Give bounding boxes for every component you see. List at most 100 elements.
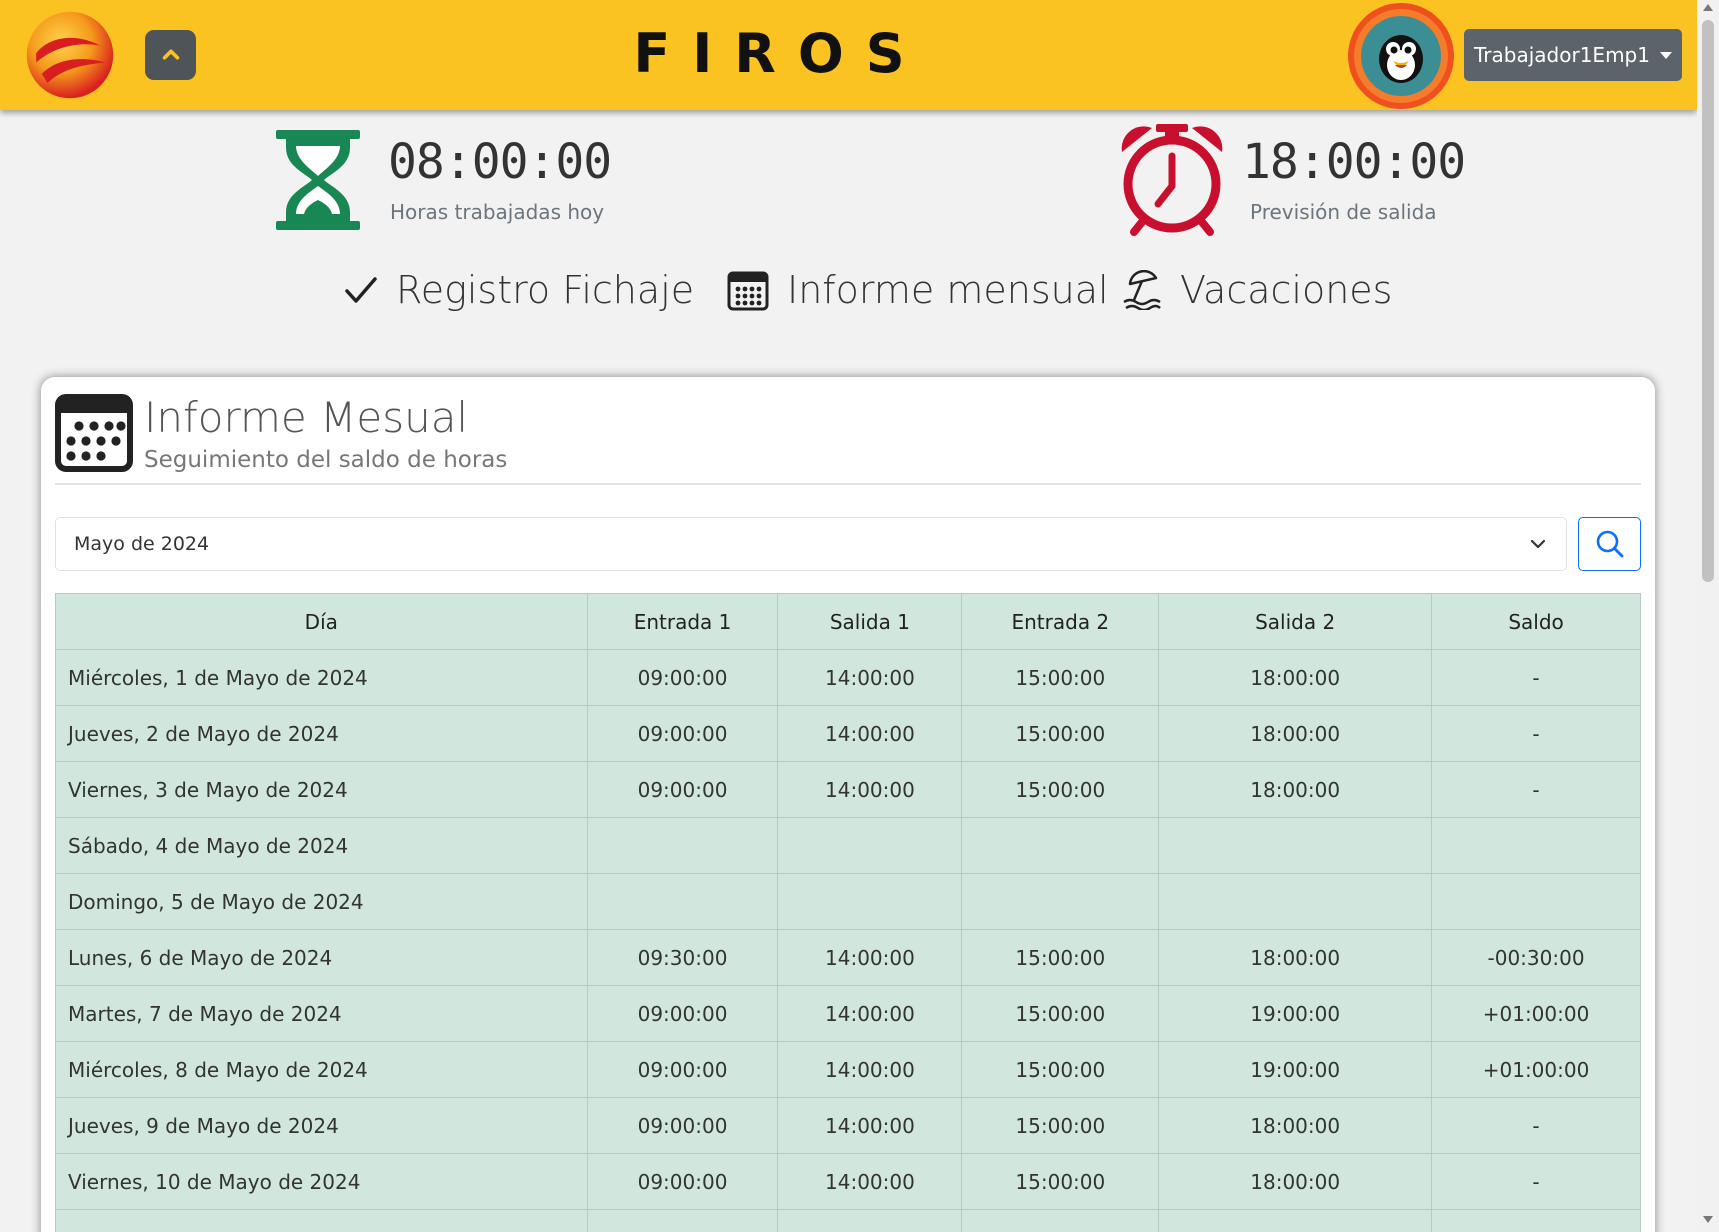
nav-vacaciones[interactable]: Vacaciones: [1122, 268, 1392, 312]
table-row: Domingo, 5 de Mayo de 2024: [55, 873, 1641, 930]
time-cell: -: [1431, 705, 1641, 762]
day-cell: Lunes, 6 de Mayo de 2024: [55, 929, 588, 986]
monthly-report-table: Día Entrada 1 Salida 1 Entrada 2 Salida …: [55, 593, 1641, 1232]
scroll-thumb[interactable]: [1702, 20, 1714, 582]
time-cell: 09:00:00: [586, 705, 779, 762]
time-cell: 09:30:00: [586, 929, 779, 986]
table-row: Miércoles, 8 de Mayo de 2024 09:00:00 14:0…: [55, 1041, 1641, 1098]
time-cell: -: [1431, 1153, 1641, 1210]
firos-logo-icon[interactable]: [23, 8, 117, 102]
calendar-icon: [727, 271, 769, 311]
collapse-button[interactable]: [145, 30, 196, 80]
column-header: Salida 2: [1158, 593, 1433, 650]
time-cell: [586, 817, 779, 874]
time-cell: -: [1431, 649, 1641, 706]
time-cell: [961, 873, 1160, 930]
table-row: Viernes, 10 de Mayo de 2024 09:00:00 14:00…: [55, 1153, 1641, 1210]
day-cell: Sábado, 4 de Mayo de 2024: [55, 817, 588, 874]
time-cell: [777, 1209, 963, 1232]
beach-umbrella-icon: [1123, 270, 1161, 310]
time-cell: [1431, 817, 1641, 874]
time-cell: 18:00:00: [1158, 1097, 1433, 1154]
scroll-up-icon[interactable]: [1703, 4, 1713, 11]
table-row: Viernes, 3 de Mayo de 2024 09:00:00 14:00:…: [55, 761, 1641, 818]
table-row: Jueves, 9 de Mayo de 2024 09:00:00 14:00:0…: [55, 1097, 1641, 1154]
chevron-up-icon: [162, 49, 179, 60]
table-header-row: Día Entrada 1 Salida 1 Entrada 2 Salida …: [55, 593, 1641, 650]
nav-label: Informe mensual: [787, 268, 1109, 312]
divider: [55, 483, 1641, 485]
time-cell: 18:00:00: [1158, 761, 1433, 818]
hours-worked-label: Horas trabajadas hoy: [390, 200, 605, 224]
time-cell: [1158, 817, 1433, 874]
avatar[interactable]: [1346, 1, 1456, 111]
table-row: Sábado, 4 de Mayo de 2024: [55, 817, 1641, 874]
time-cell: 15:00:00: [961, 1097, 1160, 1154]
page-title: Informe Mesual: [144, 393, 469, 442]
day-cell: Viernes, 3 de Mayo de 2024: [55, 761, 588, 818]
hours-worked-value: 08:00:00: [388, 134, 612, 190]
time-cell: [961, 817, 1160, 874]
time-cell: 14:00:00: [777, 929, 963, 986]
calendar-icon: [55, 394, 133, 472]
time-cell: 14:00:00: [777, 705, 963, 762]
time-cell: 18:00:00: [1158, 1153, 1433, 1210]
nav-label: Vacaciones: [1180, 268, 1393, 312]
brand-title: FIROS: [633, 22, 927, 85]
day-cell: Miércoles, 1 de Mayo de 2024: [55, 649, 588, 706]
table-row: Lunes, 6 de Mayo de 2024 09:30:00 14:00:00…: [55, 929, 1641, 986]
time-cell: -: [1431, 761, 1641, 818]
scroll-down-icon[interactable]: [1703, 1216, 1713, 1223]
exit-forecast-stat: 18:00:00 Previsión de salida: [1242, 134, 1466, 224]
time-cell: [586, 1209, 779, 1232]
column-header: Salida 1: [777, 593, 963, 650]
time-cell: 15:00:00: [961, 1041, 1160, 1098]
column-header: Día: [55, 593, 588, 650]
page-subtitle: Seguimiento del saldo de horas: [144, 447, 508, 473]
day-cell: Martes, 7 de Mayo de 2024: [55, 985, 588, 1042]
time-cell: 09:00:00: [586, 761, 779, 818]
table-row: [55, 1209, 1641, 1232]
table-row: Jueves, 2 de Mayo de 2024 09:00:00 14:00:0…: [55, 705, 1641, 762]
time-cell: 18:00:00: [1158, 649, 1433, 706]
caret-down-icon: [1659, 51, 1672, 59]
time-cell: [1431, 1209, 1641, 1232]
time-cell: 09:00:00: [586, 1041, 779, 1098]
time-cell: 19:00:00: [1158, 985, 1433, 1042]
time-cell: 14:00:00: [777, 649, 963, 706]
time-cell: [777, 817, 963, 874]
monthly-report-card: Informe Mesual Seguimiento del saldo de …: [41, 377, 1655, 1232]
search-icon: [1596, 530, 1623, 558]
time-cell: 15:00:00: [961, 649, 1160, 706]
top-navbar: FIROS Trabajador1Emp1: [0, 0, 1697, 110]
hours-worked-stat: 08:00:00 Horas trabajadas hoy: [388, 134, 612, 224]
time-cell: 15:00:00: [961, 1153, 1160, 1210]
chevron-down-icon: [1530, 539, 1546, 549]
time-cell: 18:00:00: [1158, 929, 1433, 986]
nav-registro-fichaje[interactable]: Registro Fichaje: [344, 268, 694, 312]
column-header: Saldo: [1431, 593, 1641, 650]
time-cell: +01:00:00: [1431, 1041, 1641, 1098]
exit-forecast-value: 18:00:00: [1242, 134, 1466, 190]
exit-forecast-label: Previsión de salida: [1250, 200, 1437, 224]
user-dropdown-button[interactable]: Trabajador1Emp1: [1464, 29, 1682, 81]
table-row: Miércoles, 1 de Mayo de 2024 09:00:00 14:0…: [55, 649, 1641, 706]
column-header: Entrada 1: [586, 593, 779, 650]
time-cell: 14:00:00: [777, 985, 963, 1042]
page-scrollbar[interactable]: [1697, 0, 1719, 1232]
time-cell: 09:00:00: [586, 985, 779, 1042]
hourglass-icon: [276, 130, 360, 230]
time-cell: -: [1431, 1097, 1641, 1154]
month-select[interactable]: Mayo de 2024: [55, 517, 1567, 571]
time-cell: 14:00:00: [777, 761, 963, 818]
nav-informe-mensual[interactable]: Informe mensual: [727, 268, 1109, 312]
day-cell: Miércoles, 8 de Mayo de 2024: [55, 1041, 588, 1098]
time-cell: 15:00:00: [961, 761, 1160, 818]
time-cell: [1431, 873, 1641, 930]
time-cell: 09:00:00: [586, 649, 779, 706]
alarm-clock-icon: [1121, 124, 1223, 236]
check-icon: [345, 277, 377, 303]
search-button[interactable]: [1578, 517, 1641, 571]
time-cell: 14:00:00: [777, 1097, 963, 1154]
time-cell: [961, 1209, 1160, 1232]
